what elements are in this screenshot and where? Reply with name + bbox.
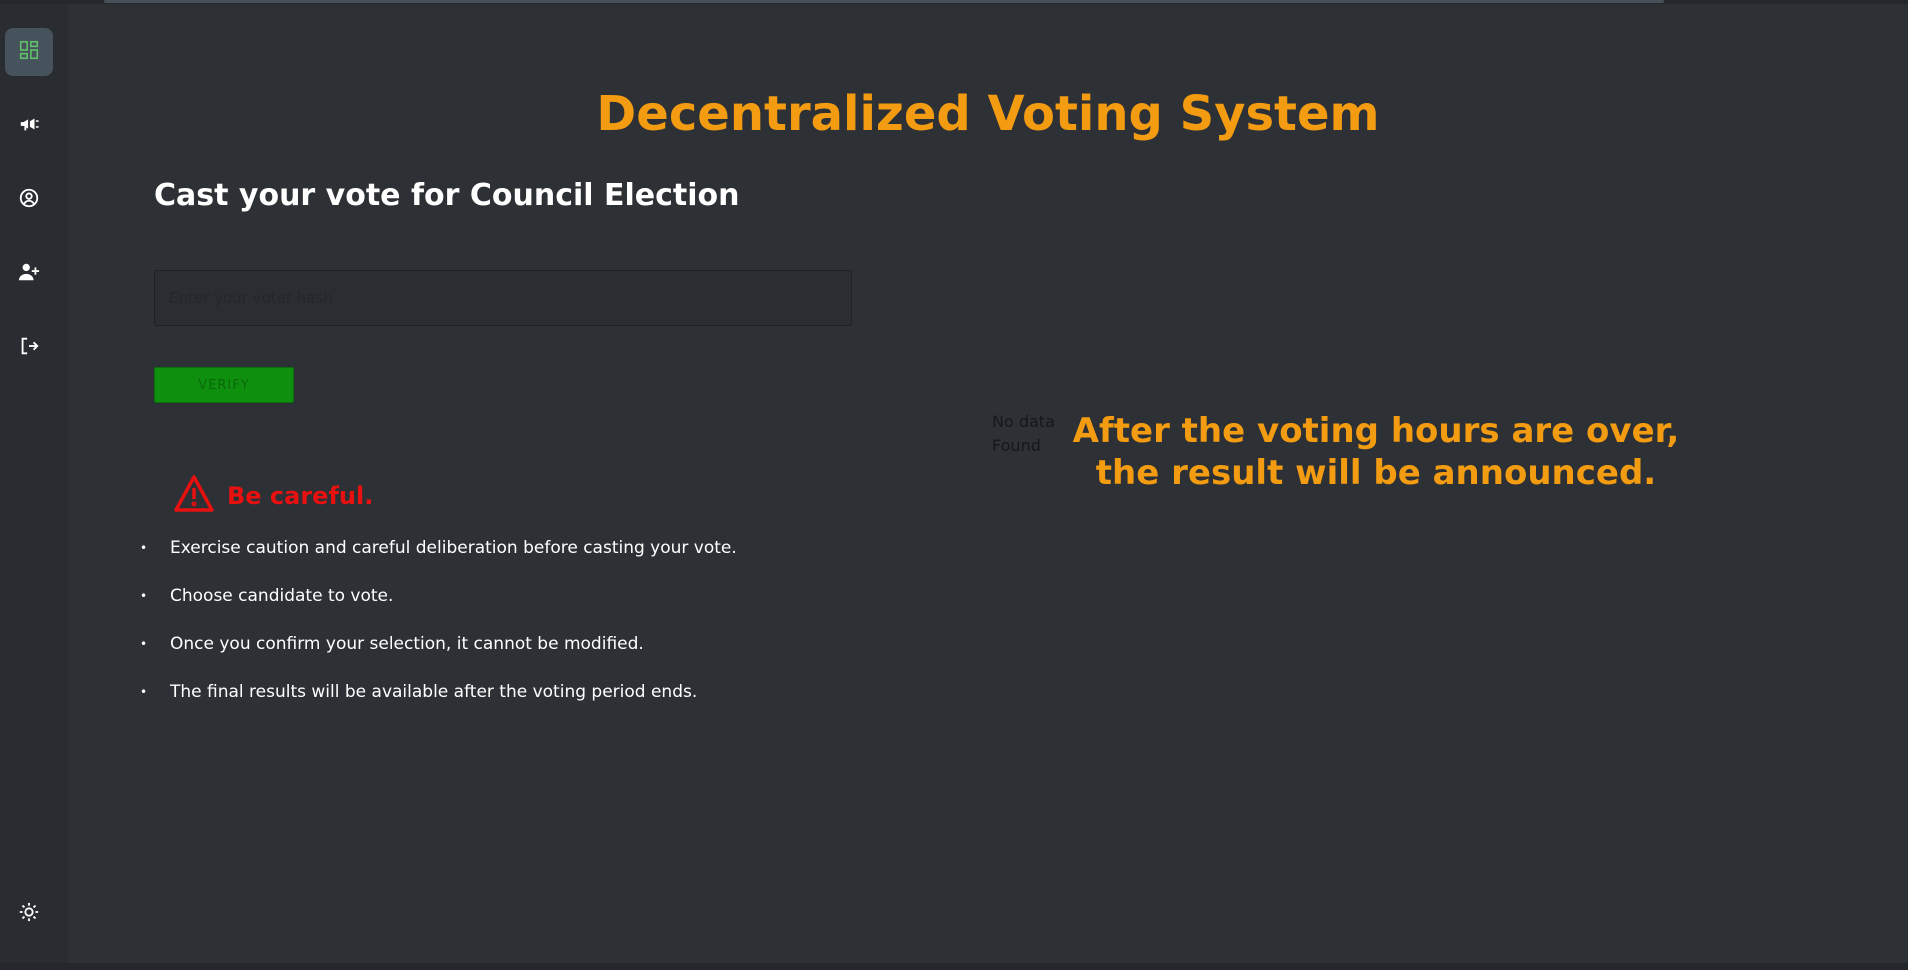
dashboard-icon — [18, 39, 40, 65]
bullet-icon: • — [140, 589, 148, 603]
bullet-icon: • — [140, 541, 148, 555]
sidebar-item-dashboard[interactable] — [5, 28, 53, 76]
list-item: • Exercise caution and careful deliberati… — [140, 536, 737, 584]
verify-button[interactable]: VERIFY — [154, 367, 294, 403]
list-item-text: Exercise caution and careful deliberatio… — [170, 538, 737, 558]
sidebar-item-announcements[interactable] — [5, 102, 53, 150]
list-item: • The final results will be available aft… — [140, 680, 737, 728]
sun-icon — [18, 901, 40, 927]
add-user-icon — [18, 261, 40, 287]
warning-triangle-icon — [173, 474, 215, 518]
top-scrollbar[interactable] — [0, 0, 1908, 4]
sidebar-item-logout[interactable] — [5, 324, 53, 372]
list-item-text: Once you confirm your selection, it cann… — [170, 634, 644, 654]
warning-header: Be careful. — [173, 474, 373, 518]
sidebar-item-profile[interactable] — [5, 176, 53, 224]
list-item: • Choose candidate to vote. — [140, 584, 737, 632]
sidebar — [0, 4, 68, 963]
megaphone-icon — [18, 113, 40, 139]
list-item-text: Choose candidate to vote. — [170, 586, 394, 606]
scrollbar-thumb[interactable] — [104, 0, 1664, 3]
warning-title: Be careful. — [227, 482, 374, 510]
voter-hash-input[interactable] — [154, 270, 852, 326]
user-circle-icon — [18, 187, 40, 213]
list-item: • Once you confirm your selection, it can… — [140, 632, 737, 680]
theme-toggle-button[interactable] — [5, 890, 53, 938]
list-item-text: The final results will be available afte… — [170, 682, 698, 702]
sidebar-item-add-user[interactable] — [5, 250, 53, 298]
no-data-text: No data Found — [992, 412, 1055, 455]
bullet-icon: • — [140, 685, 148, 699]
logout-icon — [18, 335, 40, 361]
election-heading: Cast your vote for Council Election — [154, 178, 740, 213]
page-title: Decentralized Voting System — [596, 86, 1380, 142]
result-announcement: After the voting hours are over, the res… — [1072, 411, 1680, 493]
warning-list: • Exercise caution and careful deliberati… — [140, 536, 737, 728]
bullet-icon: • — [140, 637, 148, 651]
bottom-bar — [0, 963, 1908, 970]
